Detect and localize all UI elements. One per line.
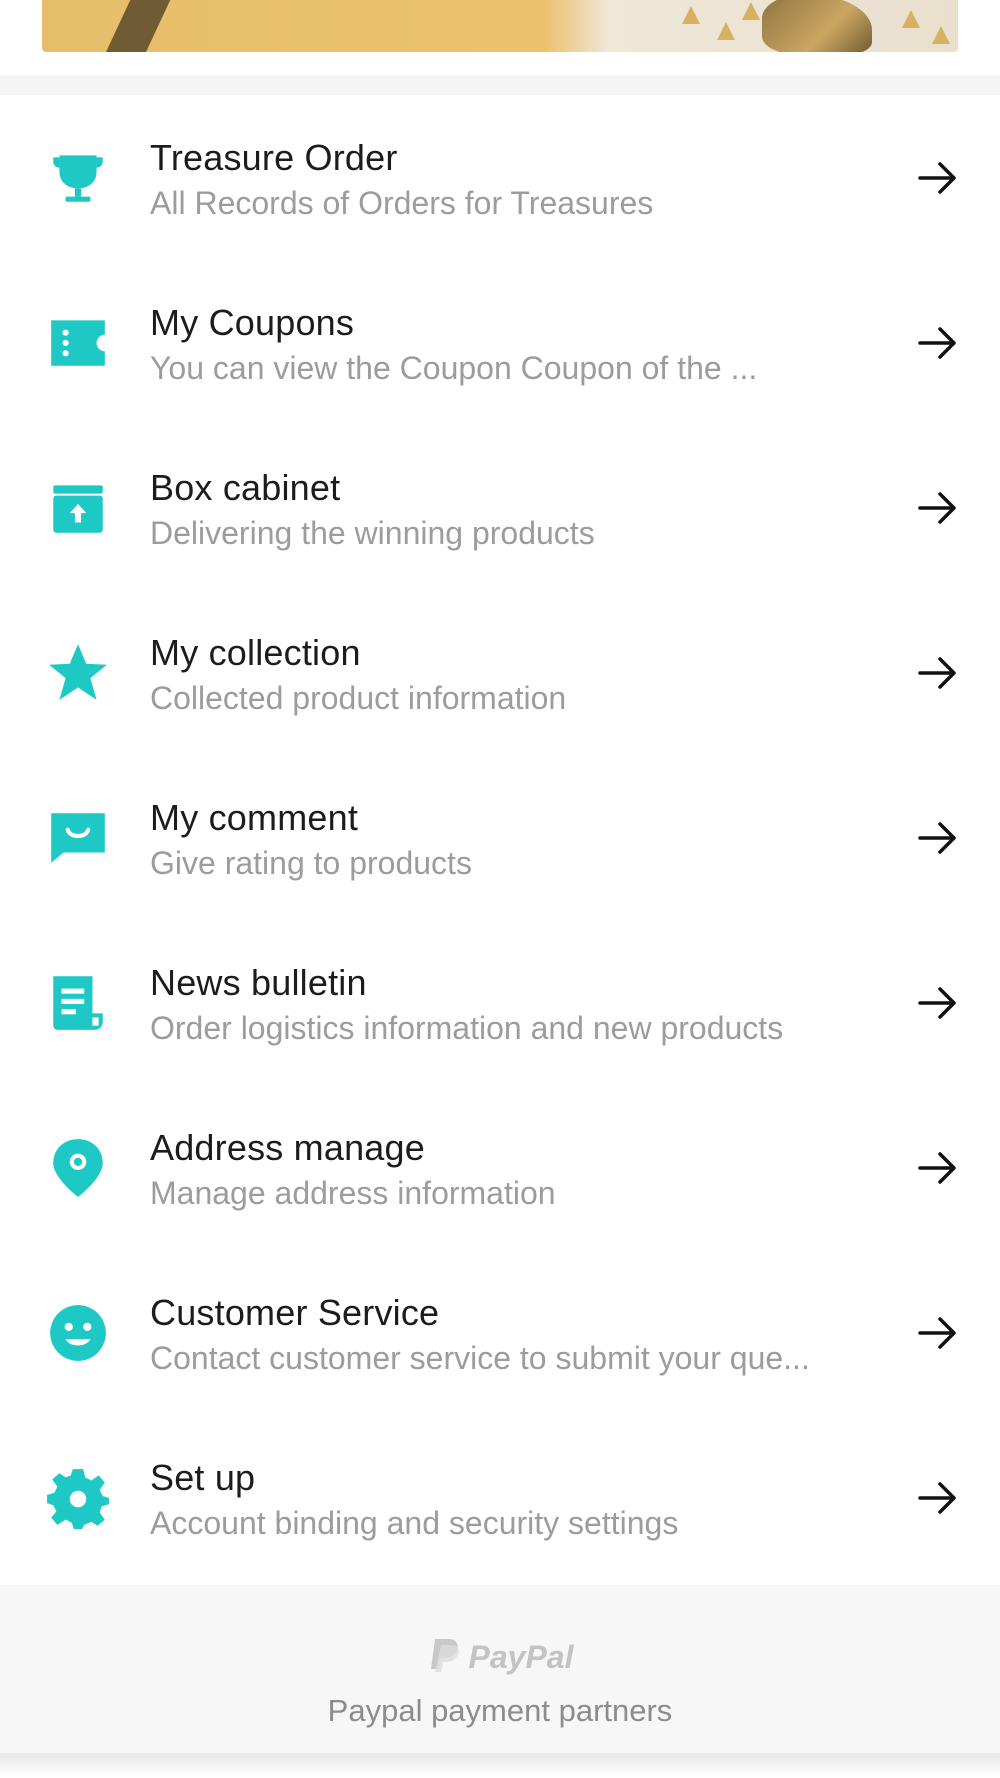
menu-item-my-comment[interactable]: My comment Give rating to products bbox=[0, 755, 1000, 920]
profile-menu: Treasure Order All Records of Orders for… bbox=[0, 95, 1000, 1580]
menu-item-address-manage[interactable]: Address manage Manage address informatio… bbox=[0, 1085, 1000, 1250]
payment-partners-caption: Paypal payment partners bbox=[327, 1693, 673, 1728]
menu-item-title: My comment bbox=[150, 797, 359, 838]
news-icon bbox=[44, 969, 112, 1037]
arrow-right-icon bbox=[918, 326, 956, 359]
menu-item-subtitle: Collected product information bbox=[150, 680, 567, 716]
arrow-right-icon bbox=[918, 821, 956, 854]
banner-tree-decoration bbox=[932, 26, 950, 44]
arrow-right-icon bbox=[918, 986, 956, 1019]
menu-item-my-collection[interactable]: My collection Collected product informat… bbox=[0, 590, 1000, 755]
arrow-right-icon bbox=[918, 491, 956, 524]
menu-item-set-up[interactable]: Set up Account binding and security sett… bbox=[0, 1415, 1000, 1580]
comment-icon bbox=[44, 804, 112, 872]
gear-icon bbox=[44, 1464, 112, 1532]
paypal-logo-text: PayPal bbox=[468, 1639, 574, 1675]
box-icon bbox=[44, 474, 112, 542]
smiley-icon bbox=[44, 1299, 112, 1367]
coupon-icon bbox=[44, 309, 112, 377]
menu-item-title: Treasure Order bbox=[150, 137, 398, 178]
paypal-logo: PayPal bbox=[0, 1637, 1000, 1678]
banner-ribbon-left bbox=[106, 0, 174, 52]
menu-item-customer-service[interactable]: Customer Service Contact customer servic… bbox=[0, 1250, 1000, 1415]
arrow-right-icon bbox=[918, 1151, 956, 1184]
menu-item-title: Set up bbox=[150, 1457, 256, 1498]
menu-item-subtitle: All Records of Orders for Treasures bbox=[150, 185, 654, 221]
payment-partners-footer: PayPal Paypal payment partners bbox=[0, 1585, 1000, 1753]
banner-tree-decoration bbox=[682, 6, 700, 24]
paypal-icon bbox=[427, 1637, 461, 1678]
menu-item-box-cabinet[interactable]: Box cabinet Delivering the winning produ… bbox=[0, 425, 1000, 590]
menu-item-title: News bulletin bbox=[150, 962, 367, 1003]
banner-bow bbox=[762, 0, 872, 52]
menu-item-subtitle: You can view the Coupon Coupon of the ..… bbox=[150, 350, 758, 386]
star-icon bbox=[44, 639, 112, 707]
banner-tree-decoration bbox=[742, 2, 760, 20]
menu-item-news-bulletin[interactable]: News bulletin Order logistics informatio… bbox=[0, 920, 1000, 1085]
menu-item-treasure-order[interactable]: Treasure Order All Records of Orders for… bbox=[0, 95, 1000, 260]
trophy-icon bbox=[44, 144, 112, 212]
menu-item-subtitle: Contact customer service to submit your … bbox=[150, 1340, 810, 1376]
banner-tree-decoration bbox=[902, 10, 920, 28]
location-pin-icon bbox=[44, 1134, 112, 1202]
menu-item-title: Customer Service bbox=[150, 1292, 440, 1333]
section-divider bbox=[0, 75, 1000, 95]
menu-item-subtitle: Delivering the winning products bbox=[150, 515, 595, 551]
menu-item-subtitle: Give rating to products bbox=[150, 845, 472, 881]
arrow-right-icon bbox=[918, 1481, 956, 1514]
menu-item-subtitle: Manage address information bbox=[150, 1175, 556, 1211]
menu-item-title: My collection bbox=[150, 632, 361, 673]
arrow-right-icon bbox=[918, 161, 956, 194]
banner-tree-decoration bbox=[717, 22, 735, 40]
promo-banner[interactable] bbox=[42, 0, 958, 52]
menu-item-subtitle: Account binding and security settings bbox=[150, 1505, 679, 1541]
menu-item-my-coupons[interactable]: My Coupons You can view the Coupon Coupo… bbox=[0, 260, 1000, 425]
arrow-right-icon bbox=[918, 1316, 956, 1349]
menu-item-title: Address manage bbox=[150, 1127, 425, 1168]
menu-item-title: My Coupons bbox=[150, 302, 355, 343]
bottom-shadow bbox=[0, 1753, 1000, 1778]
arrow-right-icon bbox=[918, 656, 956, 689]
menu-item-subtitle: Order logistics information and new prod… bbox=[150, 1010, 784, 1046]
menu-item-title: Box cabinet bbox=[150, 467, 341, 508]
